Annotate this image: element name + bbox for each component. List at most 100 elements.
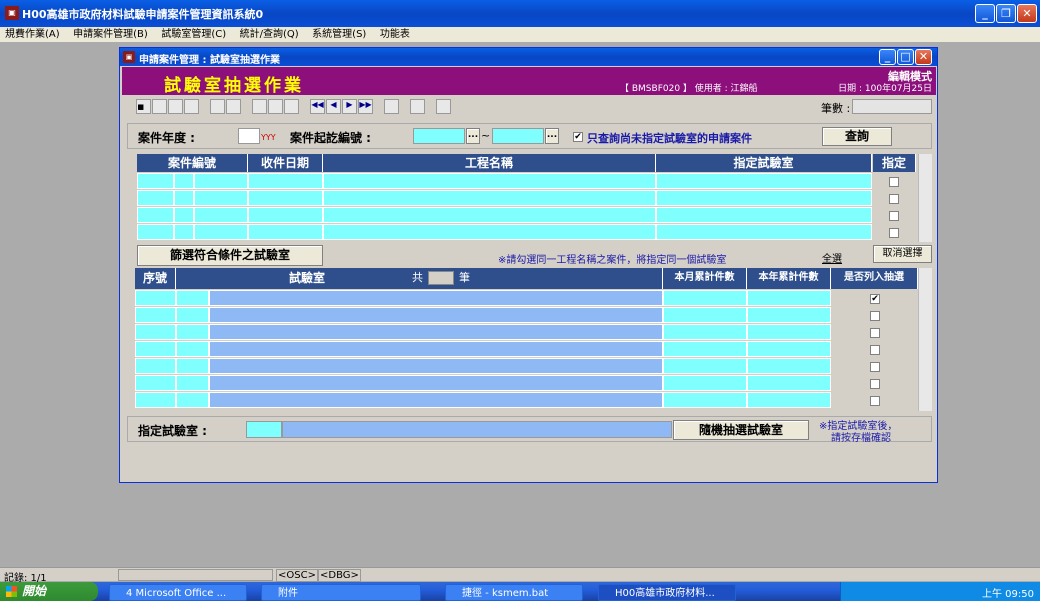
save-icon[interactable]: ▪: [136, 99, 151, 114]
menu-fees[interactable]: 規費作業(A): [0, 27, 65, 42]
taskbar-item-attachments[interactable]: 附件: [261, 584, 421, 601]
taskbar-item-office[interactable]: 4 Microsoft Office ...: [109, 584, 247, 601]
menu-functions[interactable]: 功能表: [375, 27, 415, 42]
first-record-icon[interactable]: ◀◀: [310, 99, 325, 114]
range-from-lookup-button[interactable]: ...: [466, 128, 480, 144]
case-cell[interactable]: [248, 190, 323, 206]
lab-cell[interactable]: [135, 307, 176, 323]
lab-include-checkbox[interactable]: [870, 328, 880, 338]
lab-cell[interactable]: [176, 324, 209, 340]
lab-cell[interactable]: [663, 392, 747, 408]
case-cell[interactable]: [248, 207, 323, 223]
lab-cell[interactable]: [747, 290, 831, 306]
case-assign-checkbox[interactable]: [889, 177, 899, 187]
case-cell[interactable]: [194, 224, 248, 240]
lab-cell[interactable]: [747, 392, 831, 408]
lab-cell[interactable]: [747, 358, 831, 374]
case-assign-checkbox[interactable]: [889, 211, 899, 221]
range-to-input[interactable]: [492, 128, 544, 144]
lab-cell[interactable]: [135, 341, 176, 357]
close-button[interactable]: ✕: [1017, 4, 1037, 23]
last-record-icon[interactable]: ▶▶: [358, 99, 373, 114]
add-icon[interactable]: [152, 99, 167, 114]
case-cell[interactable]: [194, 207, 248, 223]
minimize-button[interactable]: _: [975, 4, 995, 23]
lab-include-checkbox[interactable]: [870, 345, 880, 355]
case-assign-checkbox[interactable]: [889, 194, 899, 204]
lab-cell[interactable]: [176, 358, 209, 374]
case-cell[interactable]: [323, 173, 656, 189]
lab-cell[interactable]: [747, 307, 831, 323]
lab-cell[interactable]: [135, 290, 176, 306]
filter-labs-button[interactable]: 篩選符合條件之試驗室: [137, 245, 323, 266]
lab-cell[interactable]: [209, 358, 663, 374]
menu-cases[interactable]: 申請案件管理(B): [68, 27, 153, 42]
delete-icon[interactable]: [168, 99, 183, 114]
lab-cell[interactable]: [176, 290, 209, 306]
case-cell[interactable]: [323, 190, 656, 206]
lab-cell[interactable]: [747, 341, 831, 357]
lab-cell[interactable]: [135, 324, 176, 340]
child-maximize-button[interactable]: □: [897, 49, 914, 65]
case-cell[interactable]: [137, 173, 174, 189]
assign-lab-code[interactable]: [246, 421, 282, 438]
case-cell[interactable]: [174, 173, 194, 189]
lab-cell[interactable]: [176, 341, 209, 357]
case-cell[interactable]: [174, 224, 194, 240]
menu-labs[interactable]: 試驗室管理(C): [156, 27, 231, 42]
case-cell[interactable]: [174, 190, 194, 206]
lab-cell[interactable]: [663, 358, 747, 374]
lab-cell[interactable]: [209, 341, 663, 357]
lab-cell[interactable]: [663, 307, 747, 323]
next-record-icon[interactable]: ▶: [342, 99, 357, 114]
random-pick-button[interactable]: 隨機抽選試驗室: [673, 420, 809, 440]
lab-cell[interactable]: [209, 375, 663, 391]
copy-icon[interactable]: [268, 99, 283, 114]
paste-icon[interactable]: [284, 99, 299, 114]
exit-icon[interactable]: [436, 99, 451, 114]
cases-scrollbar[interactable]: [918, 154, 932, 242]
lab-cell[interactable]: [176, 392, 209, 408]
find-icon[interactable]: [410, 99, 425, 114]
lab-include-checkbox[interactable]: [870, 396, 880, 406]
case-cell[interactable]: [137, 224, 174, 240]
assign-lab-name[interactable]: [282, 421, 672, 438]
taskbar-item-app[interactable]: H00高雄市政府材料...: [598, 584, 736, 601]
start-button[interactable]: 開始: [0, 582, 98, 601]
menu-stats[interactable]: 統計/查詢(Q): [235, 27, 304, 42]
undo-icon[interactable]: [184, 99, 199, 114]
child-close-button[interactable]: ✕: [915, 49, 932, 65]
case-cell[interactable]: [137, 207, 174, 223]
lab-include-checkbox[interactable]: [870, 362, 880, 372]
taskbar-item-shortcut[interactable]: 捷徑 - ksmem.bat: [445, 584, 583, 601]
restore-button[interactable]: ❐: [996, 4, 1016, 23]
lab-cell[interactable]: [135, 358, 176, 374]
year-input[interactable]: [238, 128, 260, 144]
child-minimize-button[interactable]: _: [879, 49, 896, 65]
lab-cell[interactable]: [663, 341, 747, 357]
case-cell[interactable]: [194, 190, 248, 206]
case-cell[interactable]: [656, 224, 872, 240]
lab-cell[interactable]: [663, 324, 747, 340]
only-unassigned-checkbox[interactable]: ✔: [573, 132, 583, 142]
case-cell[interactable]: [174, 207, 194, 223]
menu-system[interactable]: 系統管理(S): [307, 27, 371, 42]
lab-cell[interactable]: [135, 392, 176, 408]
select-all-link[interactable]: 全選: [822, 250, 842, 265]
lab-cell[interactable]: [747, 324, 831, 340]
lab-cell[interactable]: [209, 324, 663, 340]
cut-icon[interactable]: [252, 99, 267, 114]
case-assign-checkbox[interactable]: [889, 228, 899, 238]
lab-cell[interactable]: [209, 290, 663, 306]
lab-include-checkbox[interactable]: [870, 311, 880, 321]
lab-cell[interactable]: [176, 375, 209, 391]
case-cell[interactable]: [248, 224, 323, 240]
paste-record-icon[interactable]: [226, 99, 241, 114]
case-cell[interactable]: [656, 190, 872, 206]
lab-cell[interactable]: [663, 290, 747, 306]
lab-cell[interactable]: [209, 307, 663, 323]
case-cell[interactable]: [248, 173, 323, 189]
copy-record-icon[interactable]: [210, 99, 225, 114]
prev-record-icon[interactable]: ◀: [326, 99, 341, 114]
lab-include-checkbox[interactable]: ✔: [870, 294, 880, 304]
